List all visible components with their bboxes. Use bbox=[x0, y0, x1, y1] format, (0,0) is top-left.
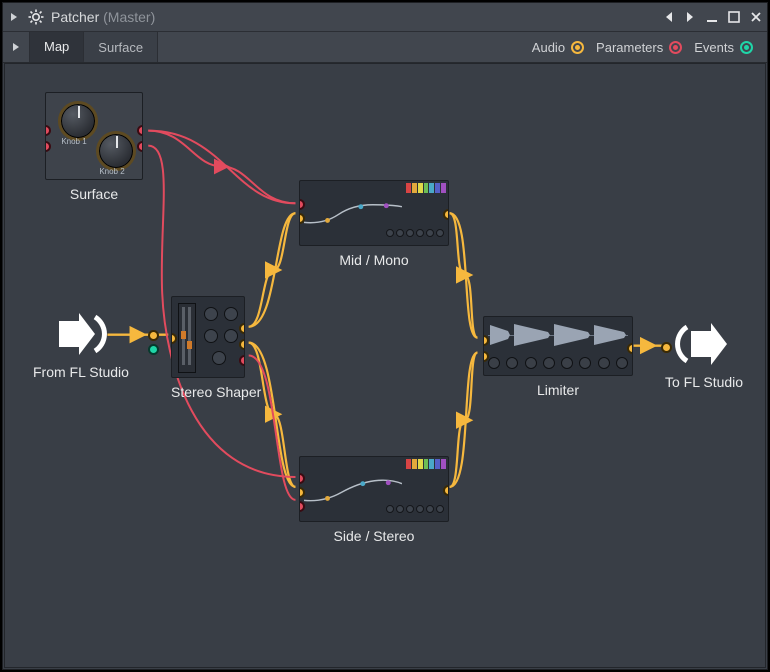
surface-out-param-2[interactable] bbox=[137, 141, 143, 152]
surface-knob1-label: Knob 1 bbox=[54, 137, 94, 146]
tab-map-label: Map bbox=[44, 39, 69, 54]
toolbar: Map Surface Audio Parameters Events bbox=[3, 32, 767, 63]
legend-parameters-label: Parameters bbox=[596, 40, 663, 55]
close-icon[interactable] bbox=[745, 6, 767, 28]
patcher-window: Patcher (Master) Map Surface bbox=[2, 2, 768, 670]
plugin-context: (Master) bbox=[103, 9, 155, 25]
node-stereo-shaper[interactable]: Stereo Shaper bbox=[171, 296, 261, 400]
node-mid-mono[interactable]: Mid / Mono bbox=[299, 180, 449, 268]
shaper-out-param[interactable] bbox=[239, 355, 245, 366]
plugin-menu-arrow[interactable] bbox=[3, 6, 25, 28]
window-title: Patcher (Master) bbox=[47, 9, 155, 25]
node-mid-label: Mid / Mono bbox=[299, 252, 449, 268]
legend-audio-label: Audio bbox=[532, 40, 565, 55]
minimize-icon[interactable] bbox=[701, 6, 723, 28]
maximize-icon[interactable] bbox=[723, 6, 745, 28]
legend-parameters-swatch bbox=[669, 41, 682, 54]
legend-events-label: Events bbox=[694, 40, 734, 55]
node-surface[interactable]: Knob 1 Knob 2 Surface bbox=[45, 92, 143, 202]
tab-map[interactable]: Map bbox=[30, 32, 84, 62]
tab-surface[interactable]: Surface bbox=[84, 32, 158, 62]
tabs: Map Surface bbox=[30, 32, 158, 62]
surface-knob2-label: Knob 2 bbox=[92, 167, 132, 176]
node-to-label: To FL Studio bbox=[665, 374, 743, 390]
node-from-label: From FL Studio bbox=[33, 364, 129, 380]
preset-prev-icon[interactable] bbox=[657, 6, 679, 28]
node-from-fl-studio[interactable]: From FL Studio bbox=[33, 310, 129, 380]
side-out-audio[interactable] bbox=[443, 485, 449, 496]
legend-audio-swatch bbox=[571, 41, 584, 54]
node-side-label: Side / Stereo bbox=[299, 528, 449, 544]
mid-out-audio[interactable] bbox=[443, 209, 449, 220]
node-limiter[interactable]: Limiter bbox=[483, 316, 633, 398]
surface-out-param-1[interactable] bbox=[137, 125, 143, 136]
patcher-canvas[interactable]: Knob 1 Knob 2 Surface From bbox=[4, 63, 766, 668]
node-surface-label: Surface bbox=[45, 186, 143, 202]
legend: Audio Parameters Events bbox=[526, 32, 767, 62]
from-out-audio[interactable] bbox=[148, 330, 159, 341]
patcher-menu-arrow[interactable] bbox=[3, 32, 30, 62]
surface-in-param-2[interactable] bbox=[45, 141, 51, 152]
legend-events-swatch bbox=[740, 41, 753, 54]
node-limiter-label: Limiter bbox=[483, 382, 633, 398]
gear-icon[interactable] bbox=[25, 6, 47, 28]
shaper-out-audio-2[interactable] bbox=[239, 339, 245, 350]
titlebar: Patcher (Master) bbox=[3, 3, 767, 32]
shaper-out-audio-1[interactable] bbox=[239, 323, 245, 334]
surface-in-param-1[interactable] bbox=[45, 125, 51, 136]
shaper-in-audio[interactable] bbox=[171, 333, 177, 344]
preset-next-icon[interactable] bbox=[679, 6, 701, 28]
plugin-name: Patcher bbox=[51, 9, 99, 25]
node-side-stereo[interactable]: Side / Stereo bbox=[299, 456, 449, 544]
limiter-out-audio[interactable] bbox=[627, 343, 633, 354]
tab-surface-label: Surface bbox=[98, 40, 143, 55]
node-shaper-label: Stereo Shaper bbox=[171, 384, 261, 400]
from-out-event[interactable] bbox=[148, 344, 159, 355]
to-in-audio[interactable] bbox=[661, 342, 672, 353]
node-to-fl-studio[interactable]: To FL Studio bbox=[661, 320, 743, 390]
